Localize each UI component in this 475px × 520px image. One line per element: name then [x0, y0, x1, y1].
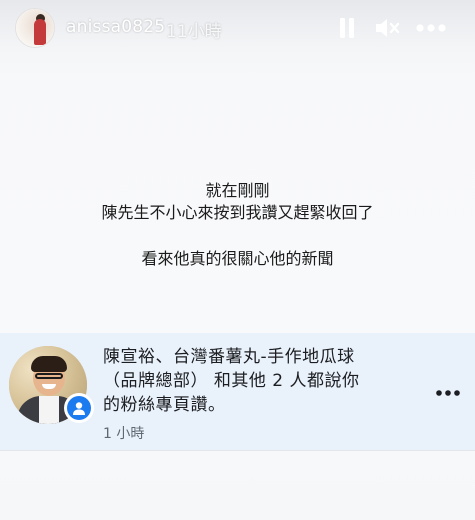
- muted-speaker-icon: [376, 19, 400, 37]
- story-header: anissa0825 11小時: [0, 0, 475, 58]
- like-notification-card[interactable]: 陳宣裕、台灣番薯丸-手作地瓜球 （品牌總部） 和其他 2 人都說你 的粉絲專頁讚…: [0, 333, 475, 450]
- caption-line: 陳先生不小心來按到我讚又趕緊收回了: [101, 203, 374, 222]
- username[interactable]: anissa0825: [66, 17, 165, 37]
- caption-line: 就在剛剛: [205, 181, 270, 200]
- story-viewer[interactable]: anissa0825 11小時 就在剛剛 陳先生不小心來按到我讚又趕緊收回了 看…: [0, 0, 475, 520]
- story-time: 11小時: [166, 22, 222, 42]
- story-more-button[interactable]: [414, 15, 448, 41]
- notification-time: 1 小時: [103, 426, 145, 442]
- notification-line: （品牌總部） 和其他 2 人都說你: [103, 371, 360, 391]
- more-horizontal-icon: [416, 24, 446, 32]
- notification-line: 陳宣裕、台灣番薯丸-手作地瓜球: [103, 347, 355, 367]
- notification-line: 的粉絲專頁讚。: [103, 395, 226, 415]
- page-badge: [64, 393, 94, 423]
- notification-text: 陳宣裕、台灣番薯丸-手作地瓜球 （品牌總部） 和其他 2 人都說你 的粉絲專頁讚…: [103, 345, 418, 417]
- story-caption: 就在剛剛 陳先生不小心來按到我讚又趕緊收回了 看來他真的很關心他的新聞: [0, 180, 475, 270]
- user-avatar[interactable]: [15, 8, 55, 48]
- page-profile-icon: [73, 402, 85, 415]
- mute-button[interactable]: [373, 15, 401, 41]
- notification-more-button[interactable]: [434, 383, 462, 403]
- pause-button[interactable]: [336, 15, 358, 41]
- caption-line: 看來他真的很關心他的新聞: [141, 249, 334, 268]
- divider: [0, 450, 475, 451]
- pause-icon: [340, 18, 354, 38]
- more-horizontal-icon: [436, 390, 460, 396]
